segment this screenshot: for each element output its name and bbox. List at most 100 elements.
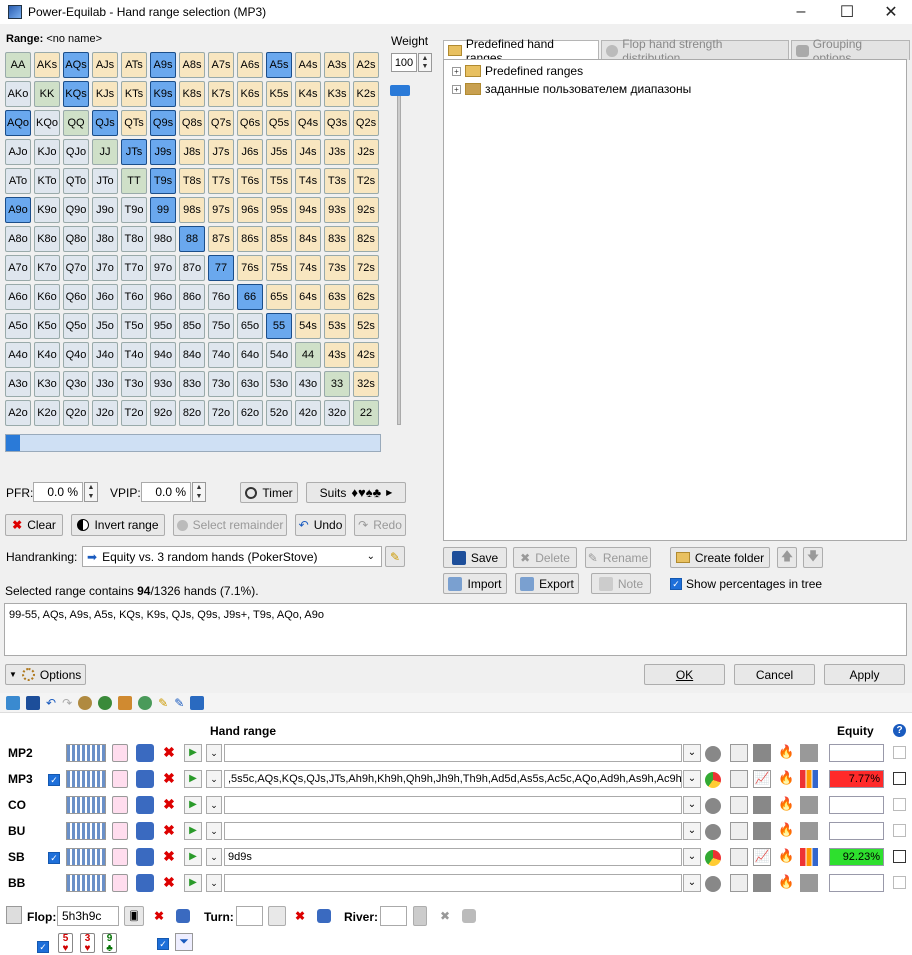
pie-chart-icon[interactable]: [705, 746, 721, 762]
hand-cell[interactable]: QJo: [63, 139, 89, 165]
hand-cell[interactable]: A2s: [353, 52, 379, 78]
hand-cell[interactable]: T6o: [121, 284, 147, 310]
hand-cell[interactable]: 95o: [150, 313, 176, 339]
clear-icon[interactable]: ✖: [160, 796, 178, 814]
dice-icon[interactable]: [136, 796, 154, 814]
hand-cell[interactable]: AQs: [63, 52, 89, 78]
pie-chart-icon[interactable]: [705, 876, 721, 892]
hand-cell[interactable]: K5s: [266, 81, 292, 107]
hand-cell[interactable]: Q7o: [63, 255, 89, 281]
hand-cell[interactable]: K4s: [295, 81, 321, 107]
range-dropdown-button[interactable]: ⌄: [683, 848, 701, 866]
card-picker-button[interactable]: [112, 744, 128, 762]
hand-cell[interactable]: T5s: [266, 168, 292, 194]
hand-cell[interactable]: 76s: [237, 255, 263, 281]
hand-cell[interactable]: A5s: [266, 52, 292, 78]
hand-cell[interactable]: 85o: [179, 313, 205, 339]
apply-button[interactable]: Apply: [824, 664, 905, 685]
equity-checkbox[interactable]: [893, 850, 906, 863]
vpip-input[interactable]: 0.0 %: [141, 482, 191, 502]
hand-cell[interactable]: J3s: [324, 139, 350, 165]
move-down-button[interactable]: 🡇: [803, 547, 823, 568]
hand-cell[interactable]: 42o: [295, 400, 321, 426]
hand-cell[interactable]: 98s: [179, 197, 205, 223]
ranges-tree[interactable]: + Predefined ranges + заданные пользовател…: [443, 59, 907, 541]
hand-cell[interactable]: 32s: [353, 371, 379, 397]
range-text-area[interactable]: 99-55, AQs, A9s, A5s, KQs, K9s, QJs, Q9s…: [4, 603, 907, 656]
hand-cell[interactable]: AJo: [5, 139, 31, 165]
hand-cell[interactable]: QQ: [63, 110, 89, 136]
hand-cell[interactable]: 97o: [150, 255, 176, 281]
hand-cell[interactable]: 73s: [324, 255, 350, 281]
chevron-down-icon[interactable]: ⌄: [206, 848, 222, 866]
hand-cell[interactable]: Q5o: [63, 313, 89, 339]
bar-chart-icon[interactable]: [800, 848, 818, 866]
hand-cell[interactable]: 94s: [295, 197, 321, 223]
fire-icon[interactable]: 🔥: [778, 822, 794, 840]
hand-cell[interactable]: 84o: [179, 342, 205, 368]
clear-icon[interactable]: ✖: [160, 874, 178, 892]
hand-cell[interactable]: 42s: [353, 342, 379, 368]
card-picker-button[interactable]: [112, 796, 128, 814]
hand-cell[interactable]: J7s: [208, 139, 234, 165]
hand-cell[interactable]: 97s: [208, 197, 234, 223]
river-random-button[interactable]: [459, 906, 479, 926]
hand-cell[interactable]: J5o: [92, 313, 118, 339]
flop-card-picker[interactable]: 🂠: [124, 906, 144, 926]
weight-slider-track[interactable]: [397, 90, 401, 425]
hand-cell[interactable]: KTo: [34, 168, 60, 194]
fire-icon[interactable]: 🔥: [778, 770, 794, 788]
hand-cell[interactable]: ATo: [5, 168, 31, 194]
hand-cell[interactable]: J6s: [237, 139, 263, 165]
vpip-spinner[interactable]: ▲ ▼: [192, 482, 206, 502]
range-matrix-button[interactable]: [66, 848, 106, 866]
flop-input[interactable]: 5h3h9c: [57, 906, 119, 926]
tab-flop-hand-strength[interactable]: Flop hand strength distribution: [601, 37, 789, 65]
undo-icon[interactable]: ↶: [46, 696, 56, 710]
range-matrix-button[interactable]: [66, 874, 106, 892]
pfr-spinner[interactable]: ▲ ▼: [84, 482, 98, 502]
hand-cell[interactable]: Q6s: [237, 110, 263, 136]
hand-cell[interactable]: QTs: [121, 110, 147, 136]
hand-cell[interactable]: A5o: [5, 313, 31, 339]
hand-cell[interactable]: K2s: [353, 81, 379, 107]
weight-slider-thumb[interactable]: [390, 85, 410, 96]
stats-table-icon[interactable]: [730, 822, 748, 840]
hand-cell[interactable]: A4s: [295, 52, 321, 78]
clear-button[interactable]: ✖ Clear: [5, 514, 63, 536]
pfr-input[interactable]: 0.0 %: [33, 482, 83, 502]
hand-cell[interactable]: 74s: [295, 255, 321, 281]
hand-cell[interactable]: K4o: [34, 342, 60, 368]
hand-cell[interactable]: Q7s: [208, 110, 234, 136]
globe-icon[interactable]: [138, 695, 153, 710]
save-icon[interactable]: [26, 695, 40, 710]
hand-cell[interactable]: 76o: [208, 284, 234, 310]
handranking-select[interactable]: ➡ Equity vs. 3 random hands (PokerStove) ⌄: [82, 546, 382, 567]
turn-card-picker[interactable]: [268, 906, 286, 926]
dice-icon[interactable]: [136, 848, 154, 866]
show-percentages-checkbox[interactable]: ✓: [670, 578, 682, 590]
expand-icon[interactable]: +: [452, 84, 461, 94]
options-icon[interactable]: [78, 695, 93, 710]
hand-range-input[interactable]: 9d9s: [224, 848, 682, 866]
redo-icon[interactable]: ↷: [62, 696, 72, 710]
hand-cell[interactable]: 87o: [179, 255, 205, 281]
dice-icon[interactable]: [136, 822, 154, 840]
hand-cell[interactable]: 92s: [353, 197, 379, 223]
play-icon[interactable]: ▶: [184, 848, 202, 866]
equity-checkbox[interactable]: [893, 798, 906, 811]
pie-chart-icon[interactable]: [705, 850, 721, 866]
pie-chart-icon[interactable]: [705, 798, 721, 814]
hand-cell[interactable]: A9s: [150, 52, 176, 78]
hand-icon[interactable]: [118, 695, 133, 710]
play-icon[interactable]: ▶: [184, 770, 202, 788]
turn-input[interactable]: [236, 906, 263, 926]
fire-icon[interactable]: 🔥: [778, 848, 794, 866]
filter-icon[interactable]: ⏷: [175, 933, 193, 951]
play-icon[interactable]: ▶: [184, 874, 202, 892]
board-card[interactable]: 9 ♣: [102, 933, 117, 954]
line-chart-icon[interactable]: 📈: [753, 770, 771, 788]
hand-cell[interactable]: 77: [208, 255, 234, 281]
hand-cell[interactable]: 99: [150, 197, 176, 223]
move-up-button[interactable]: 🡅: [777, 547, 797, 568]
